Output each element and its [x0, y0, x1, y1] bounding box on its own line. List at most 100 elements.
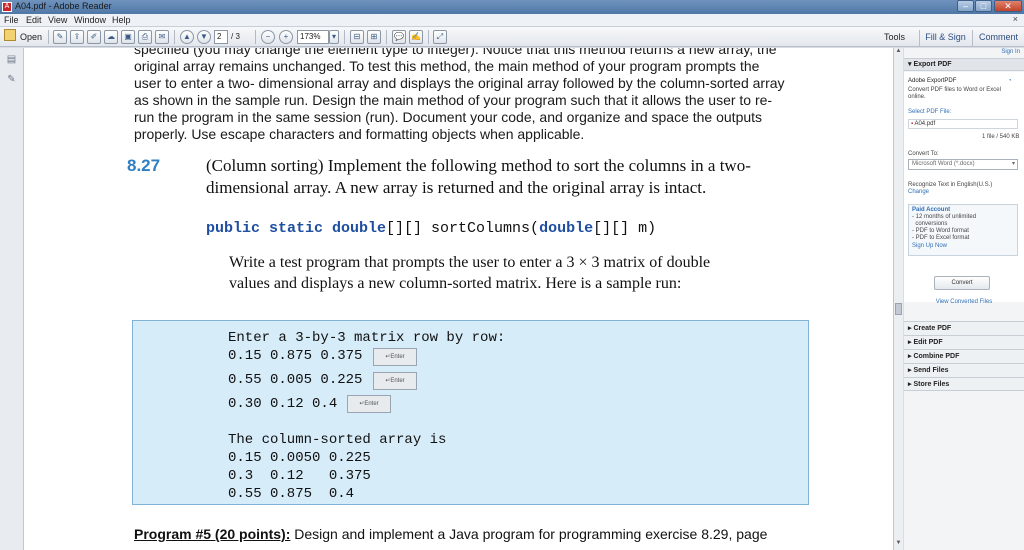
page-thumbnails-icon[interactable]: ▤ [5, 54, 18, 67]
section-line: (Column sorting) Implement the following… [206, 156, 751, 175]
minimize-button[interactable]: – [957, 0, 974, 12]
code-text: [][] m) [593, 220, 657, 237]
section-label: Create PDF [913, 325, 952, 332]
paragraph-line: original array remains unchanged. To tes… [134, 58, 760, 74]
code-keyword: public static double [206, 220, 387, 237]
section-label: Send Files [913, 367, 949, 374]
section-create-pdf[interactable]: ▸ Create PDF [904, 321, 1024, 335]
menu-help[interactable]: Help [112, 15, 131, 25]
paid-feature: - 12 months of unlimited [912, 214, 977, 220]
cloud-icon[interactable]: ☁ [104, 30, 118, 44]
method-signature: public static double[][] sortColumns(dou… [206, 220, 656, 237]
selected-file[interactable]: ▪ A04.pdf [908, 119, 1018, 129]
tab-comment[interactable]: Comment [972, 30, 1024, 46]
fit-width-icon[interactable]: ⊞ [367, 30, 381, 44]
print-icon[interactable]: ⎙ [138, 30, 152, 44]
document-area[interactable]: specified (you may change the element ty… [24, 48, 893, 550]
info-icon[interactable]: ◔ [1008, 78, 1012, 84]
section-store-files[interactable]: ▸ Store Files [904, 377, 1024, 391]
export-pdf-label: Export PDF [913, 61, 952, 68]
scroll-thumb[interactable] [895, 303, 902, 315]
fit-page-icon[interactable]: ⊟ [350, 30, 364, 44]
sample-result-row: 0.3 0.12 0.375 [228, 468, 371, 484]
sample-run-box: Enter a 3-by-3 matrix row by row: 0.15 0… [132, 320, 809, 505]
close-button[interactable]: ✕ [994, 0, 1022, 12]
convert-format-select[interactable]: Microsoft Word (*.docx) ▾ [908, 159, 1018, 170]
convert-to-label: Convert To: [908, 151, 939, 157]
section-number: 8.27 [127, 156, 161, 175]
menu-edit[interactable]: Edit [26, 15, 42, 25]
section-line: dimensional array. A new array is return… [206, 178, 707, 197]
section-edit-pdf[interactable]: ▸ Edit PDF [904, 335, 1024, 349]
folder-icon [4, 29, 16, 41]
menu-file[interactable]: File [4, 15, 19, 25]
scroll-down-arrow-icon[interactable]: ▼ [894, 540, 903, 550]
view-converted-files-link[interactable]: View Converted Files [904, 299, 1024, 305]
chevron-down-icon[interactable]: ▾ [329, 30, 339, 44]
sample-result-row: 0.55 0.875 0.4 [228, 486, 355, 502]
open-button[interactable]: Open [20, 32, 42, 46]
attachments-icon[interactable]: ✎ [5, 74, 18, 87]
next-page-icon[interactable]: ▼ [197, 30, 211, 44]
section-label: Edit PDF [913, 339, 943, 346]
comment-bubble-icon[interactable]: 💬 [392, 30, 406, 44]
zoom-out-icon[interactable]: − [261, 30, 275, 44]
chevron-down-icon: ▾ [1011, 161, 1015, 167]
create-pdf-icon[interactable]: ✎ [53, 30, 67, 44]
export-pdf-header[interactable]: ▾ Export PDF [904, 58, 1024, 71]
email-icon[interactable]: ✉ [155, 30, 169, 44]
convert-button[interactable]: Convert [934, 276, 990, 290]
page-number-input[interactable]: 2 [214, 30, 228, 44]
maximize-button[interactable]: □ [975, 0, 992, 12]
program-text: Design and implement a Java program for … [290, 526, 768, 542]
adobe-reader-icon: A [2, 2, 12, 12]
change-link[interactable]: Change [908, 189, 929, 195]
pdf-page: specified (you may change the element ty… [24, 48, 893, 550]
prev-page-icon[interactable]: ▲ [180, 30, 194, 44]
export-icon[interactable]: ⇪ [70, 30, 84, 44]
menu-view[interactable]: View [48, 15, 67, 25]
sign-in-link[interactable]: Sign In [1001, 49, 1020, 55]
tab-fill-sign[interactable]: Fill & Sign [919, 30, 971, 46]
scroll-up-arrow-icon[interactable]: ▲ [894, 48, 903, 58]
zoom-in-icon[interactable]: + [279, 30, 293, 44]
enter-key-icon: ↵Enter [373, 348, 417, 366]
program-line: Program #5 (20 points): Design and imple… [134, 526, 767, 542]
enter-key-icon: ↵Enter [373, 372, 417, 390]
tools-button[interactable]: Tools [884, 32, 905, 42]
paid-feature: conversions [912, 221, 948, 227]
sign-up-link[interactable]: Sign Up Now [912, 243, 947, 249]
recognize-text-label: Recognize Text in English(U.S.) [908, 182, 993, 188]
expand-icon[interactable]: ⤢ [433, 30, 447, 44]
vertical-scrollbar[interactable]: ▲ ▼ [893, 48, 903, 550]
paid-feature: - PDF to Excel format [912, 235, 970, 241]
selected-file-name: A04.pdf [914, 121, 936, 127]
section-send-files[interactable]: ▸ Send Files [904, 363, 1024, 377]
page-total: / 3 [231, 32, 240, 41]
program-label: Program #5 (20 points): [134, 526, 291, 542]
sample-result-row: 0.15 0.0050 0.225 [228, 450, 371, 466]
save-icon[interactable]: ▣ [121, 30, 135, 44]
toolbar-divider [428, 30, 429, 44]
zoom-input[interactable]: 173% [297, 30, 329, 44]
toolbar-divider [48, 30, 49, 44]
convert-description: online. [908, 94, 926, 100]
toolbar: Open ✎ ⇪ ✐ ☁ ▣ ⎙ ✉ ▲ ▼ 2 / 3 − + 173% ▾ … [0, 27, 1024, 47]
section-combine-pdf[interactable]: ▸ Combine PDF [904, 349, 1024, 363]
description-line: values and displays a new column-sorted … [229, 275, 682, 292]
section-label: Combine PDF [913, 353, 960, 360]
adobe-exportpdf-title: Adobe ExportPDF [908, 78, 957, 84]
sample-input-row: 0.30 0.12 0.4 [228, 396, 338, 412]
enter-key-icon: ↵Enter [347, 395, 391, 413]
title-bar: A A04.pdf - Adobe Reader – □ ✕ [0, 0, 1024, 14]
paragraph-line: user to enter a two- dimensional array a… [134, 75, 785, 91]
paragraph-line: specified (you may change the element ty… [134, 48, 777, 57]
edit-icon[interactable]: ✐ [87, 30, 101, 44]
convert-description: Convert PDF files to Word or Excel [908, 87, 1001, 93]
close-document-icon[interactable]: × [1013, 14, 1018, 24]
sample-input-row: 0.15 0.875 0.375 [228, 348, 363, 364]
highlight-icon[interactable]: ✍ [409, 30, 423, 44]
toolbar-divider [255, 30, 256, 44]
paid-account-title: Paid Account [912, 207, 951, 213]
menu-window[interactable]: Window [74, 15, 106, 25]
